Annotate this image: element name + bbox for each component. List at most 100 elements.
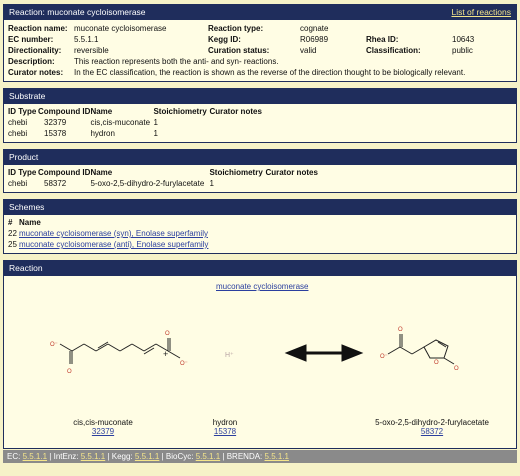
compound-name: cis,cis-muconate [73, 418, 133, 427]
reaction-info-panel: Reaction: muconate cycloisomerase List o… [3, 4, 517, 82]
rhea-id-value: 10643 [452, 35, 475, 44]
name-cell: 5-oxo-2,5-dihydro-2-furylacetate [90, 179, 205, 188]
column-header: ID Type [8, 168, 37, 177]
reaction-type-label: Reaction type: [208, 24, 264, 33]
column-header: Compound ID [38, 107, 91, 116]
intenz-xref-link[interactable]: 5.5.1.1 [81, 452, 105, 461]
reaction-name-label: Reaction name: [8, 24, 68, 33]
column-header: ID Type [8, 107, 37, 116]
compound-caption: hydron 15378 [190, 418, 260, 436]
separator: | [49, 452, 52, 461]
reversible-arrow [284, 344, 364, 362]
schemes-table: # Name 22 muconate cycloisomerase (syn),… [8, 217, 208, 250]
furylacetate-structure [387, 334, 455, 365]
atom-label: O⁻ [180, 361, 188, 367]
table-row: 22 muconate cycloisomerase (syn), Enolas… [8, 228, 208, 239]
hydron-structure: H⁺ [225, 352, 234, 359]
table-row: chebi 58372 5-oxo-2,5-dihydro-2-furylace… [8, 178, 318, 189]
reaction-diagram: muconate cycloisomerase O O⁻ O O⁻ + H⁺ O… [4, 276, 516, 448]
product-table: ID Type Compound ID Name Stoichiometry C… [8, 167, 318, 189]
separator: | [107, 452, 110, 461]
compound-caption: cis,cis-muconate 32379 [58, 418, 148, 436]
column-header: Curator notes [265, 168, 318, 177]
kegg-xref-label: Kegg: [111, 452, 133, 461]
classification-label: Classification: [366, 46, 421, 55]
brenda-xref-link[interactable]: 5.5.1.1 [265, 452, 289, 461]
brenda-xref-label: BRENDA: [226, 452, 263, 461]
name-cell: hydron [90, 129, 115, 138]
curator-notes-cell [209, 128, 261, 139]
atom-label: O [165, 331, 170, 337]
compound-id-cell: 32379 [44, 118, 67, 127]
description-value: This reaction represents both the anti- … [74, 57, 279, 66]
column-header: Compound ID [38, 168, 91, 177]
biocyc-xref-link[interactable]: 5.5.1.1 [196, 452, 220, 461]
intenz-xref-label: IntEnz: [53, 452, 79, 461]
substrate-header: Substrate [4, 89, 516, 104]
curator-notes-label: Curator notes: [8, 68, 64, 77]
stoichiometry-cell: 1 [153, 129, 158, 138]
compound-caption: 5-oxo-2,5-dihydro-2-furylacetate 58372 [362, 418, 502, 436]
cross-reference-bar: EC: 5.5.1.1 | IntEnz: 5.5.1.1 | Kegg: 5.… [3, 450, 517, 463]
table-row: chebi 32379 cis,cis-muconate 1 [8, 117, 262, 128]
kegg-id-value: R06989 [300, 35, 329, 44]
atom-label: O [434, 360, 439, 366]
column-header: Name [90, 107, 113, 116]
compound-name: 5-oxo-2,5-dihydro-2-furylacetate [375, 418, 489, 427]
list-of-reactions-link[interactable]: List of reactions [451, 5, 511, 20]
curator-notes-cell [265, 178, 317, 189]
compound-id-link[interactable]: 32379 [92, 427, 114, 436]
compound-id-link[interactable]: 58372 [421, 427, 443, 436]
classification-value: public [452, 46, 473, 55]
atom-label: O [67, 369, 72, 375]
stoichiometry-cell: 1 [153, 118, 158, 127]
scheme-number-cell: 25 [8, 240, 17, 249]
column-header: # [8, 218, 13, 227]
ec-xref-link[interactable]: 5.5.1.1 [23, 452, 47, 461]
schemes-header: Schemes [4, 200, 516, 215]
cis-cis-muconate-structure [59, 338, 181, 364]
scheme-number-cell: 22 [8, 229, 17, 238]
compound-id-cell: 58372 [44, 179, 67, 188]
page-title: Reaction: muconate cycloisomerase [9, 7, 146, 17]
column-header: Name [19, 218, 41, 227]
biocyc-xref-label: BioCyc: [165, 452, 194, 461]
compound-name: hydron [212, 418, 238, 427]
curator-notes-value: In the EC classification, the reaction i… [74, 68, 466, 77]
table-row: 25 muconate cycloisomerase (anti), Enola… [8, 239, 208, 250]
atom-label: O⁻ [50, 342, 58, 348]
curation-status-label: Curation status: [208, 46, 270, 55]
name-cell: cis,cis-muconate [90, 118, 151, 127]
reaction-header: Reaction: muconate cycloisomerase List o… [4, 5, 516, 20]
reaction-type-value: cognate [300, 24, 329, 33]
compound-id-cell: 15378 [44, 129, 67, 138]
kegg-id-label: Kegg ID: [208, 35, 241, 44]
plus-sign: + [163, 349, 168, 359]
reaction-name-value: muconate cycloisomerase [74, 24, 167, 33]
rhea-id-label: Rhea ID: [366, 35, 399, 44]
column-header: Stoichiometry [209, 168, 263, 177]
reaction-panel: Reaction muconate cycloisomerase O O⁻ O … [3, 260, 517, 449]
ec-xref-label: EC: [7, 452, 21, 461]
ec-number-label: EC number: [8, 35, 54, 44]
directionality-value: reversible [74, 46, 109, 55]
reaction-info-table: Reaction name: muconate cycloisomerase R… [8, 23, 474, 78]
id-type-cell: chebi [8, 118, 28, 127]
description-label: Description: [8, 57, 55, 66]
atom-label: O [454, 366, 459, 372]
kegg-xref-link[interactable]: 5.5.1.1 [135, 452, 159, 461]
scheme-link-syn[interactable]: muconate cycloisomerase (syn), Enolase s… [19, 229, 208, 238]
separator: | [222, 452, 225, 461]
curator-notes-cell [209, 117, 261, 128]
compound-id-link[interactable]: 15378 [214, 427, 236, 436]
column-header: Curator notes [209, 107, 262, 116]
column-header: Name [90, 168, 113, 177]
directionality-label: Directionality: [8, 46, 62, 55]
table-row: chebi 15378 hydron 1 [8, 128, 262, 139]
product-panel: Product ID Type Compound ID Name Stoichi… [3, 149, 517, 193]
ec-number-value: 5.5.1.1 [74, 35, 99, 44]
scheme-link-anti[interactable]: muconate cycloisomerase (anti), Enolase … [19, 240, 208, 249]
stoichiometry-cell: 1 [209, 179, 214, 188]
curation-status-value: valid [300, 46, 317, 55]
id-type-cell: chebi [8, 179, 28, 188]
